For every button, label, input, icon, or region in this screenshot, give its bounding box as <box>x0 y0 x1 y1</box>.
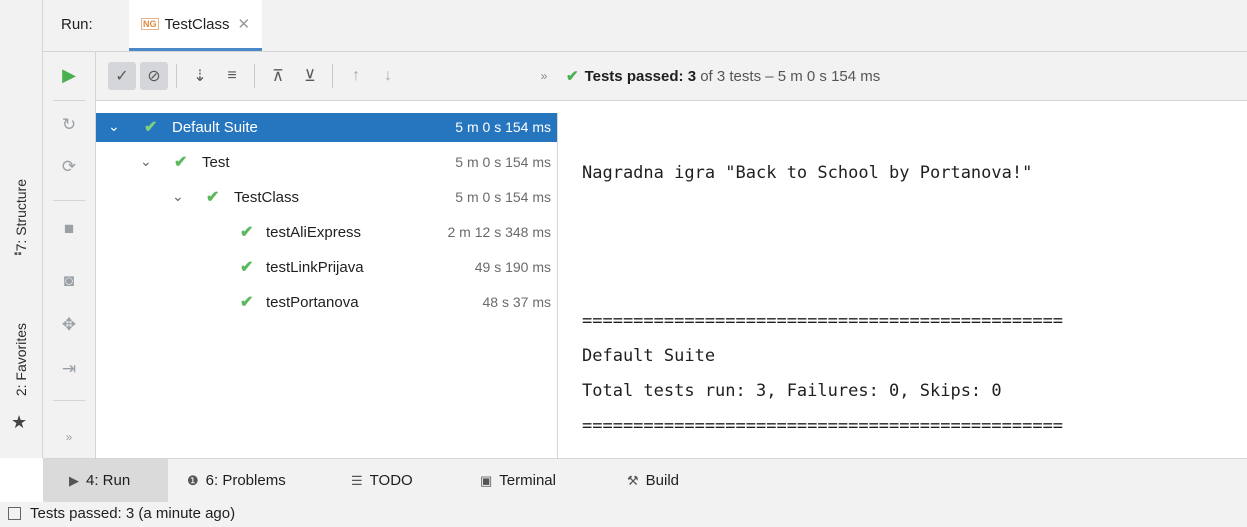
favorites-tab-label: 2: Favorites <box>13 323 29 397</box>
star-icon: ★ <box>11 412 28 432</box>
snapshot-icon[interactable]: ◙ <box>56 268 82 294</box>
tests-status: ✔ Tests passed: 3 of 3 tests – 5 m 0 s 15… <box>566 67 880 85</box>
run-icon: ▶ <box>69 472 79 488</box>
rerun-icon[interactable]: ▶ <box>56 62 82 88</box>
structure-tool-tab[interactable]: 7: Structure <box>2 140 40 290</box>
structure-tab-label: 7: Structure <box>13 178 29 252</box>
tab-terminal[interactable]: ▣ Terminal <box>468 459 568 502</box>
tab-todo-label: TODO <box>369 472 413 489</box>
show-passed-icon[interactable]: ✓ <box>108 62 136 90</box>
tab-problems[interactable]: ❶ 6: Problems <box>175 459 298 502</box>
tree-row-testportanova[interactable]: ✔ testPortanova 48 s 37 ms <box>96 288 557 317</box>
tab-build[interactable]: ⚒ Build <box>615 459 691 502</box>
console-line-title: Nagradna igra "Back to School by Portano… <box>582 163 1033 183</box>
run-label: Run: <box>61 16 93 33</box>
passed-icon: ✔ <box>144 119 158 136</box>
tree-row-name: testLinkPrijava <box>266 259 364 276</box>
collapse-all-icon[interactable]: ⊻ <box>296 62 324 90</box>
favorites-tool-tab[interactable]: 2: Favorites <box>2 300 40 420</box>
expand-all-icon[interactable]: ⊼ <box>264 62 292 90</box>
sort-duration-icon[interactable]: ≡ <box>218 62 246 90</box>
chevron-down-icon[interactable]: ⌄ <box>108 118 120 135</box>
tab-problems-label: 6: Problems <box>205 472 286 489</box>
tree-row-time: 2 m 12 s 348 ms <box>447 224 552 240</box>
tree-row-testaliexpress[interactable]: ✔ testAliExpress 2 m 12 s 348 ms <box>96 218 557 247</box>
run-tool-column: ▶ ↻ ⟳ ■ ◙ ✥ ⇥ » <box>43 52 96 458</box>
console-separator-bottom: ========================================… <box>582 416 1064 436</box>
tree-row-time: 5 m 0 s 154 ms <box>455 119 551 135</box>
more-toolbar-icon[interactable]: » <box>530 62 558 90</box>
tree-row-default-suite[interactable]: ⌄ ✔ Default Suite 5 m 0 s 154 ms <box>96 113 557 142</box>
console-line-totals: Total tests run: 3, Failures: 0, Skips: … <box>582 381 1002 401</box>
tree-row-name: Test <box>202 154 230 171</box>
testng-icon: NG <box>141 18 159 30</box>
tree-row-test[interactable]: ⌄ ✔ Test 5 m 0 s 154 ms <box>96 148 557 177</box>
tab-run-label: 4: Run <box>86 472 131 489</box>
status-rest: of 3 tests – 5 m 0 s 154 ms <box>700 68 881 85</box>
status-bar-text[interactable]: Tests passed: 3 (a minute ago) <box>30 505 235 522</box>
tab-todo[interactable]: ☰ TODO <box>339 459 425 502</box>
tree-row-name: TestClass <box>234 189 300 206</box>
test-tree: ⌄ ✔ Default Suite 5 m 0 s 154 ms ⌄ ✔ Tes… <box>96 113 558 458</box>
tree-row-testlinkprijava[interactable]: ✔ testLinkPrijava 49 s 190 ms <box>96 253 557 282</box>
export-icon[interactable]: ⇥ <box>56 356 82 382</box>
chevron-down-icon[interactable]: ⌄ <box>140 153 152 170</box>
tree-row-time: 48 s 37 ms <box>482 294 551 310</box>
todo-icon: ☰ <box>351 472 363 488</box>
sort-alpha-icon[interactable]: ⇣ <box>186 62 214 90</box>
passed-icon: ✔ <box>174 154 188 171</box>
chevron-down-icon[interactable]: ⌄ <box>172 188 184 205</box>
show-ignored-icon[interactable]: ⊘ <box>140 62 168 90</box>
tab-run[interactable]: ▶ 4: Run <box>43 459 168 502</box>
passed-icon: ✔ <box>240 294 254 311</box>
console-output[interactable]: Nagradna igra "Back to School by Portano… <box>558 113 1247 458</box>
passed-icon: ✔ <box>206 189 220 206</box>
passed-icon: ✔ <box>240 259 254 276</box>
check-icon: ✔ <box>566 68 579 85</box>
toggle-auto-test-icon[interactable]: ⟳ <box>56 154 82 180</box>
terminal-icon: ▣ <box>480 472 493 488</box>
structure-icon: ▪▪ <box>14 248 22 260</box>
tree-row-name: testPortanova <box>266 294 359 311</box>
build-icon: ⚒ <box>627 472 639 488</box>
tree-row-time: 5 m 0 s 154 ms <box>455 154 551 170</box>
run-header: Run: NG TestClass ✕ <box>43 0 1247 52</box>
rerun-failed-icon[interactable]: ↻ <box>56 112 82 138</box>
tree-row-time: 5 m 0 s 154 ms <box>455 189 551 205</box>
tool-windows-icon[interactable] <box>8 507 21 520</box>
status-count: 3 <box>687 68 697 85</box>
tree-row-name: Default Suite <box>172 119 258 136</box>
stop-icon[interactable]: ■ <box>56 216 82 242</box>
left-tool-stripe: 7: Structure ▪▪ 2: Favorites ★ <box>0 0 43 458</box>
tool-window-bar: ▶ 4: Run ❶ 6: Problems ☰ TODO ▣ Terminal ⚒ Bu… <box>43 458 1247 503</box>
tree-row-time: 49 s 190 ms <box>474 259 551 275</box>
run-tab-testclass[interactable]: NG TestClass ✕ <box>129 0 263 51</box>
status-bar: Tests passed: 3 (a minute ago) <box>0 502 1247 527</box>
status-passed-label: Tests passed: <box>584 68 684 85</box>
run-tab-label: TestClass <box>164 15 230 33</box>
tab-terminal-label: Terminal <box>499 472 556 489</box>
tree-row-testclass[interactable]: ⌄ ✔ TestClass 5 m 0 s 154 ms <box>96 183 557 212</box>
test-toolbar: ✓ ⊘ ⇣ ≡ ⊼ ⊻ ↑ ↓ » ✔ Tests passed: 3 of 3 … <box>96 52 1247 101</box>
tab-build-label: Build <box>645 472 680 489</box>
console-line-suite: Default Suite <box>582 346 716 366</box>
close-tab-icon[interactable]: ✕ <box>238 15 251 33</box>
more-actions-icon[interactable]: » <box>56 424 82 450</box>
passed-icon: ✔ <box>240 224 254 241</box>
problems-icon: ❶ <box>187 472 199 488</box>
tree-row-name: testAliExpress <box>266 224 362 241</box>
restore-layout-icon[interactable]: ✥ <box>56 312 82 338</box>
console-separator-top: ========================================… <box>582 311 1064 331</box>
prev-failed-icon[interactable]: ↑ <box>342 62 370 90</box>
next-failed-icon[interactable]: ↓ <box>374 62 402 90</box>
